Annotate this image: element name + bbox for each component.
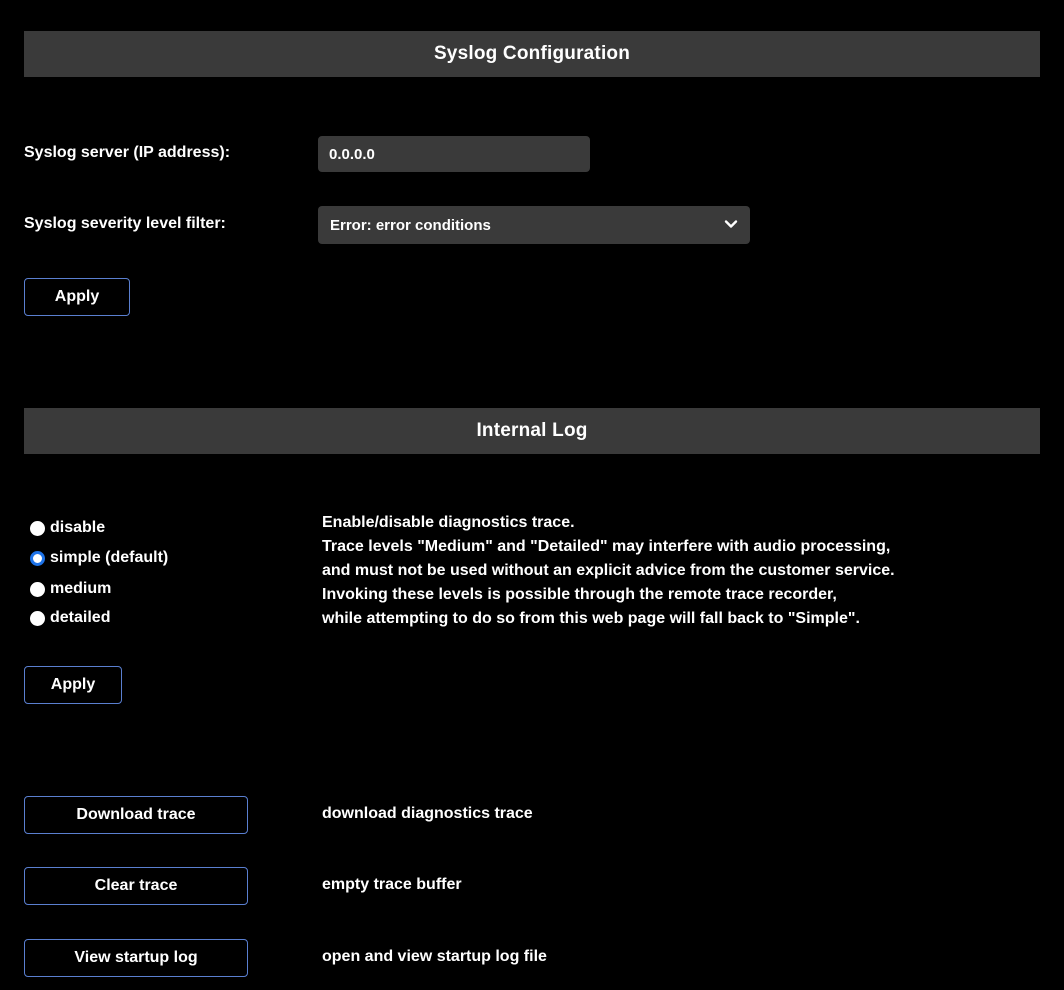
trace-description-line: Enable/disable diagnostics trace. (322, 514, 575, 531)
trace-description: Enable/disable diagnostics trace. Trace … (322, 511, 895, 631)
trace-description-line: while attempting to do so from this web … (322, 610, 860, 627)
radio-option-detailed[interactable]: detailed (30, 605, 110, 631)
radio-label-simple: simple (default) (50, 549, 169, 566)
syslog-severity-select[interactable]: Error: error conditions (318, 206, 750, 244)
trace-description-line: and must not be used without an explicit… (322, 562, 895, 579)
clear-trace-description: empty trace buffer (322, 876, 462, 893)
radio-option-simple[interactable]: simple (default) (30, 545, 168, 571)
radio-label-medium: medium (50, 580, 112, 597)
chevron-down-icon (724, 220, 738, 228)
syslog-server-input[interactable] (318, 136, 590, 172)
clear-trace-button[interactable]: Clear trace (24, 867, 248, 905)
syslog-severity-label: Syslog severity level filter: (24, 215, 226, 232)
radio-button-medium[interactable] (30, 581, 45, 597)
trace-description-line: Trace levels "Medium" and "Detailed" may… (322, 538, 891, 555)
internal-log-apply-button[interactable]: Apply (24, 666, 122, 704)
download-trace-button[interactable]: Download trace (24, 796, 248, 834)
radio-option-medium[interactable]: medium (30, 576, 111, 602)
radio-label-detailed: detailed (50, 609, 111, 626)
radio-button-simple[interactable] (30, 550, 45, 566)
radio-button-disable[interactable] (30, 520, 45, 536)
view-startup-log-button[interactable]: View startup log (24, 939, 248, 977)
syslog-severity-selected-value: Error: error conditions (330, 216, 491, 234)
trace-description-line: Invoking these levels is possible throug… (322, 586, 837, 603)
view-startup-log-description: open and view startup log file (322, 948, 547, 965)
radio-option-disable[interactable]: disable (30, 515, 105, 541)
syslog-apply-button[interactable]: Apply (24, 278, 130, 316)
download-trace-description: download diagnostics trace (322, 805, 533, 822)
syslog-server-label: Syslog server (IP address): (24, 144, 231, 161)
radio-label-disable: disable (50, 519, 106, 536)
syslog-section-header: Syslog Configuration (24, 31, 1040, 77)
internal-log-section-header: Internal Log (24, 408, 1040, 454)
radio-button-detailed[interactable] (30, 610, 45, 626)
